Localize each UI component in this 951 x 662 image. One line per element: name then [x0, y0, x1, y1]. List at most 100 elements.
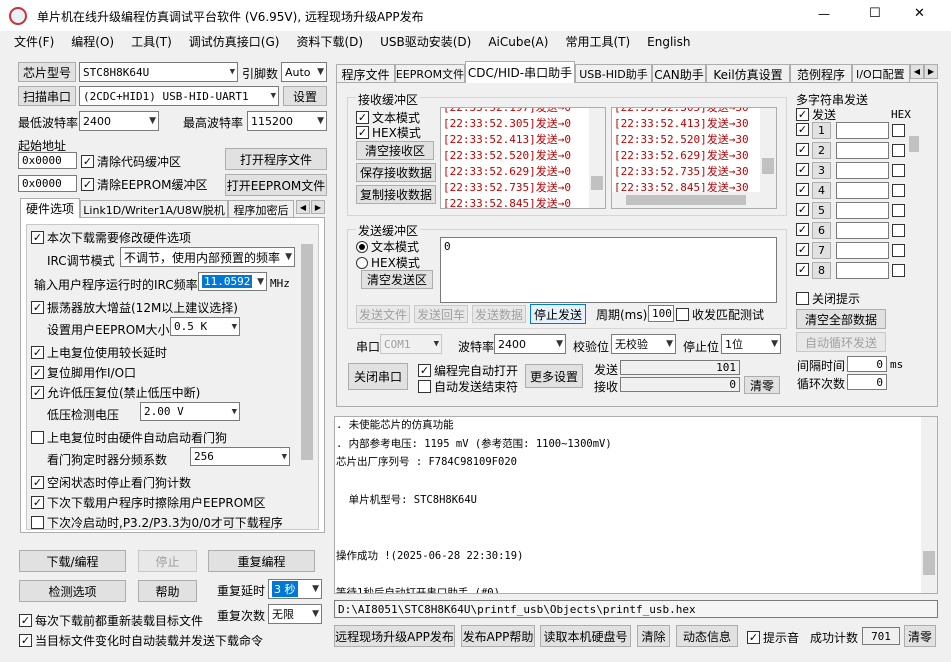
more-settings-button[interactable]: 更多设置 [525, 364, 583, 388]
help-button[interactable]: 帮助 [138, 580, 197, 602]
tab-link1d[interactable]: Link1D/Writer1A/U8W脱机 [80, 200, 228, 218]
recv-hex-mode-checkbox[interactable]: ✓ HEX模式 [356, 124, 421, 141]
tab-keil[interactable]: Keil仿真设置 [706, 64, 790, 83]
menu-file[interactable]: 文件(F) [14, 35, 54, 49]
hex-checkbox-icon[interactable] [892, 264, 905, 277]
max-baud-select[interactable]: 115200 ▼ [247, 111, 327, 131]
loop-count-input[interactable]: 0 [847, 374, 887, 390]
dynamic-info-button[interactable]: 动态信息 [676, 625, 738, 647]
menu-english[interactable]: English [647, 35, 690, 49]
tab-usb-hid[interactable]: USB-HID助手 [575, 64, 652, 83]
multi-send-button[interactable]: 1 [812, 122, 831, 139]
chip-model-select[interactable]: STC8H8K64U ▼ [79, 62, 238, 82]
stop-button[interactable]: 停止 [138, 550, 197, 572]
multi-send-input[interactable] [836, 242, 889, 259]
multi-send-button[interactable]: 2 [812, 142, 831, 159]
clear-all-data-button[interactable]: 清空全部数据 [796, 309, 886, 329]
menu-common-tools[interactable]: 常用工具(T) [565, 35, 630, 49]
tab-encrypt[interactable]: 程序加密后 [228, 200, 294, 218]
hex-checkbox-icon[interactable] [892, 124, 905, 137]
publish-help-button[interactable]: 发布APP帮助 [461, 625, 535, 647]
close-tip-checkbox[interactable]: 关闭提示 [796, 290, 860, 307]
log-scrollbar[interactable] [921, 417, 937, 593]
repeat-program-button[interactable]: 重复编程 [208, 550, 315, 572]
send-data-button[interactable]: 发送数据 [472, 305, 526, 323]
clear-code-buffer-checkbox[interactable]: ✓ 清除代码缓冲区 [81, 153, 181, 170]
period-input[interactable]: 100 [648, 305, 674, 322]
menu-tools[interactable]: 工具(T) [131, 35, 172, 49]
hex-checkbox-icon[interactable] [892, 244, 905, 257]
multi-send-button[interactable]: 8 [812, 262, 831, 279]
min-baud-select[interactable]: 2400 ▼ [79, 111, 159, 131]
multi-send-input[interactable] [836, 202, 889, 219]
low-voltage-reset-checkbox[interactable]: ✓ 允许低压复位(禁止低压中断) [31, 384, 200, 401]
stop-bits-select[interactable]: 1位 ▼ [721, 334, 781, 354]
checkbox-icon[interactable]: ✓ [796, 143, 809, 156]
idle-stop-wdt-checkbox[interactable]: ✓ 空闲状态时停止看门狗计数 [31, 474, 191, 491]
recv-box-1-scrollbar[interactable] [589, 108, 605, 208]
erase-eeprom-checkbox[interactable]: ✓ 下次下载用户程序时擦除用户EEPROM区 [31, 494, 266, 511]
pin-count-select[interactable]: Auto ▼ [281, 62, 327, 82]
multi-send-input[interactable] [836, 262, 889, 279]
clear-eeprom-buffer-checkbox[interactable]: ✓ 清除EEPROM缓冲区 [81, 176, 208, 193]
open-program-button[interactable]: 打开程序文件 [225, 148, 327, 170]
multi-send-input[interactable] [836, 122, 889, 139]
send-file-button[interactable]: 发送文件 [356, 305, 410, 323]
menu-aicube[interactable]: AiCube(A) [488, 35, 548, 49]
osc-gain-checkbox[interactable]: ✓ 振荡器放大增益(12M以上建议选择) [31, 299, 238, 316]
hex-checkbox-icon[interactable] [892, 204, 905, 217]
stop-send-button[interactable]: 停止发送 [530, 304, 586, 324]
wdt-select[interactable]: 256 ▼ [190, 447, 290, 466]
checkbox-icon[interactable]: ✓ [796, 263, 809, 276]
multi-send-input[interactable] [836, 222, 889, 239]
clear-send-button[interactable]: 清空发送区 [361, 270, 433, 289]
lvd-select[interactable]: 2.00 V ▼ [140, 402, 240, 421]
port-select[interactable]: (2CDC+HID1) USB-HID-UART1 ▼ [79, 86, 279, 106]
beep-checkbox[interactable]: ✓ 提示音 [747, 629, 799, 646]
checkbox-icon[interactable]: ✓ [796, 163, 809, 176]
clear-count-button[interactable]: 清零 [744, 376, 780, 394]
recv-box-2-scrollbar[interactable] [760, 108, 776, 192]
multi-send-button[interactable]: 4 [812, 182, 831, 199]
copy-recv-button[interactable]: 复制接收数据 [356, 185, 436, 204]
eeprom-size-select[interactable]: 0.5 K ▼ [170, 317, 240, 336]
auto-send-end-checkbox[interactable]: 自动发送结束符 [418, 378, 518, 395]
repeat-count-select[interactable]: 无限 ▼ [268, 604, 322, 624]
tab-scroll-right-icon[interactable]: ▶ [924, 64, 938, 79]
menu-program[interactable]: 编程(O) [71, 35, 114, 49]
multi-send-button[interactable]: 5 [812, 202, 831, 219]
checkbox-icon[interactable]: ✓ [796, 243, 809, 256]
parity-select[interactable]: 无校验 ▼ [611, 334, 676, 354]
auto-reload-checkbox[interactable]: ✓ 当目标文件变化时自动装载并发送下载命令 [19, 632, 263, 649]
wdt-auto-start-checkbox[interactable]: 上电复位时由硬件自动启动看门狗 [31, 429, 227, 446]
multi-send-button[interactable]: 3 [812, 162, 831, 179]
checkbox-icon[interactable]: ✓ [796, 123, 809, 136]
hw-options-scrollbar[interactable] [298, 226, 316, 528]
hex-checkbox-icon[interactable] [892, 224, 905, 237]
read-disk-id-button[interactable]: 读取本机硬盘号 [540, 625, 631, 647]
auto-open-checkbox[interactable]: ✓ 编程完自动打开 [418, 362, 518, 379]
clear-log-button[interactable]: 清除 [637, 625, 670, 647]
auto-loop-send-button[interactable]: 自动循环发送 [796, 332, 886, 352]
log-output[interactable]: . 未使能芯片的仿真功能 . 内部参考电压: 1195 mV (参考范围: 110… [334, 416, 938, 594]
hex-checkbox-icon[interactable] [892, 184, 905, 197]
multi-send-all-checkbox[interactable]: ✓ 发送 [796, 106, 836, 123]
chip-model-button[interactable]: 芯片型号 [18, 62, 76, 82]
hex-checkbox-icon[interactable] [892, 144, 905, 157]
multi-send-input[interactable] [836, 142, 889, 159]
cold-boot-p32-checkbox[interactable]: 下次冷启动时,P3.2/P3.3为0/0才可下载程序 [31, 514, 283, 531]
com-port-select[interactable]: COM1 ▼ [380, 334, 442, 354]
eeprom-addr-input[interactable]: 0x0000 [18, 175, 77, 192]
menu-download[interactable]: 资料下载(D) [296, 35, 363, 49]
tab-scroll-right-icon[interactable]: ▶ [311, 200, 325, 214]
hex-checkbox-icon[interactable] [892, 164, 905, 177]
menu-usb-driver[interactable]: USB驱动安装(D) [380, 35, 471, 49]
multi-send-input[interactable] [836, 162, 889, 179]
multi-send-input[interactable] [836, 182, 889, 199]
detect-options-button[interactable]: 检测选项 [19, 580, 126, 602]
interval-input[interactable]: 0 [847, 356, 887, 372]
irc-freq-select[interactable]: 11.0592 ▼ [198, 272, 267, 291]
reset-pin-io-checkbox[interactable]: ✓ 复位脚用作I/O口 [31, 364, 136, 381]
maximize-icon[interactable]: ☐ [869, 6, 881, 21]
recv-box-2[interactable]: [22:33:52.305]发送→30 [22:33:52.413]发送→30 … [611, 107, 777, 209]
